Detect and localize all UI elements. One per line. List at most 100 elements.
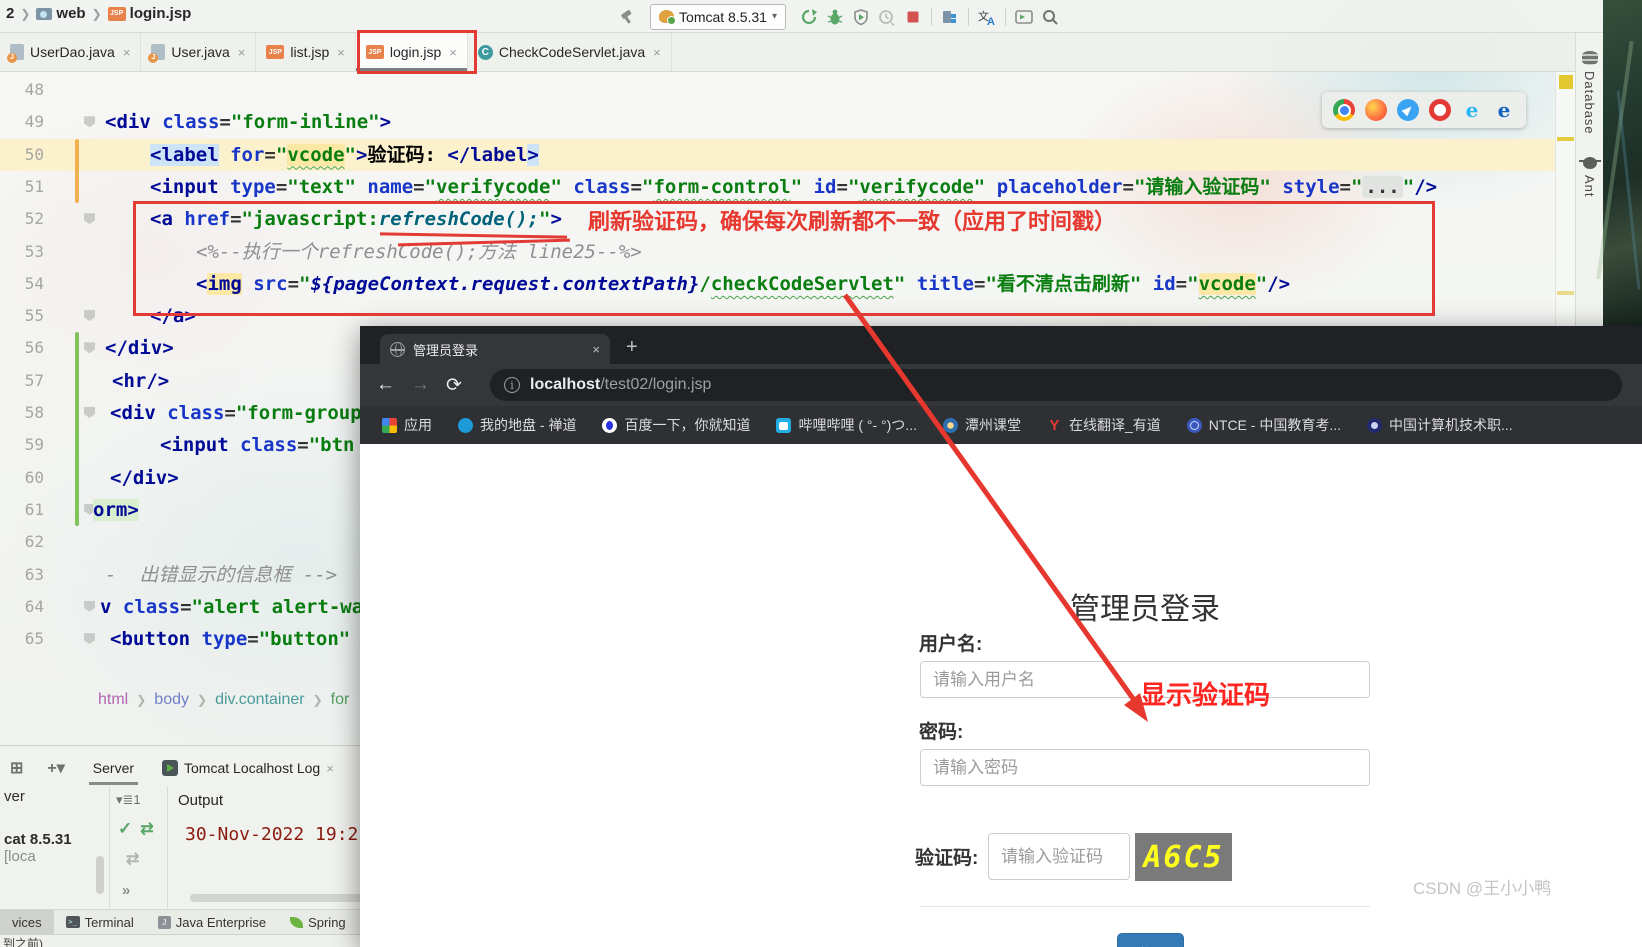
chrome-icon[interactable]	[1333, 99, 1355, 121]
tool-window-tab-Terminal[interactable]: >_ Terminal	[54, 910, 146, 935]
coverage-button[interactable]	[848, 5, 874, 29]
element-breadcrumb-item[interactable]: html	[98, 691, 128, 709]
rerun-icon[interactable]: ⇄	[140, 819, 153, 839]
vcode-input[interactable]	[988, 833, 1130, 880]
address-bar[interactable]: i localhost/test02/login.jsp	[490, 369, 1622, 401]
breadcrumb-item[interactable]: web	[56, 5, 85, 22]
firefox-icon[interactable]	[1365, 99, 1387, 121]
bookmark-item[interactable]: 百度一下，你就知道	[602, 415, 750, 435]
captcha-image[interactable]: A6C5	[1135, 833, 1232, 881]
tool-window-tab-Spring[interactable]: Spring	[278, 910, 358, 935]
browser-tab[interactable]: 管理员登录 ×	[380, 334, 610, 364]
edge-icon[interactable]: e	[1493, 98, 1515, 122]
file-tab-CheckCodeServlet.java[interactable]: C CheckCodeServlet.java ×	[468, 33, 672, 71]
line-number: 63	[24, 564, 44, 584]
fold-marker[interactable]	[84, 213, 95, 225]
sort-icon[interactable]: ▾≣1	[112, 786, 167, 814]
run-anything-icon[interactable]	[1011, 5, 1037, 29]
password-input[interactable]	[920, 749, 1370, 786]
code-line-61: orm>	[93, 494, 139, 526]
browser-toolbar: ← → ⟳ i localhost/test02/login.jsp	[360, 364, 1642, 406]
run-configuration-select[interactable]: Tomcat 8.5.31 ▾	[650, 3, 786, 30]
code-token: =	[1122, 175, 1134, 198]
url-path: /test02/login.jsp	[600, 376, 712, 393]
breadcrumb-separator: ❯	[136, 693, 147, 707]
build-hammer-icon[interactable]	[614, 5, 640, 29]
page-title: 管理员登录	[1070, 593, 1220, 626]
scrollbar[interactable]	[96, 856, 104, 894]
code-token: vcode	[287, 143, 345, 166]
bookmark-item[interactable]: 潭州课堂	[942, 415, 1021, 435]
search-everywhere-icon[interactable]	[1037, 5, 1063, 29]
fold-marker[interactable]	[84, 407, 95, 418]
code-line-49: <div class="form-inline">	[105, 106, 391, 138]
line-number: 61	[24, 499, 44, 519]
new-tab-button[interactable]: +	[626, 336, 638, 359]
fold-marker[interactable]	[84, 116, 95, 128]
bookmark-item[interactable]: Y 在线翻译_有道	[1047, 415, 1160, 435]
fold-marker[interactable]	[84, 342, 95, 354]
login-button[interactable]: 登录	[1117, 933, 1184, 947]
tree-item-tomcat[interactable]: cat 8.5.31 [loca	[0, 829, 109, 867]
tool-tab-database[interactable]: Database	[1582, 71, 1597, 135]
back-icon[interactable]: ←	[376, 374, 395, 396]
translate-icon[interactable]: 文A	[974, 5, 1000, 29]
fold-marker[interactable]	[84, 310, 95, 322]
code-token: </div>	[105, 337, 174, 360]
run-button[interactable]	[796, 5, 822, 29]
close-tab-icon[interactable]: ×	[123, 45, 131, 60]
element-breadcrumb-item[interactable]: for	[331, 691, 350, 709]
error-stripe-mark	[1559, 75, 1573, 89]
bookmark-favicon-apps	[382, 417, 397, 433]
close-tab-icon[interactable]: ×	[653, 45, 661, 60]
opera-icon[interactable]	[1429, 99, 1451, 121]
horizontal-scrollbar[interactable]	[190, 894, 376, 902]
add-tab-icon[interactable]: +▾	[33, 758, 78, 778]
layout-icon[interactable]: ⊞	[0, 758, 33, 778]
element-breadcrumb-item[interactable]: body	[154, 691, 189, 709]
file-tab-list.jsp[interactable]: JSP list.jsp ×	[256, 33, 356, 71]
more-icon[interactable]: »	[112, 874, 167, 907]
tab-tomcat-localhost-log[interactable]: Tomcat Localhost Log ×	[148, 751, 348, 785]
bookmark-item[interactable]: 哔哩哔哩 ( °- °)つ...	[776, 415, 917, 435]
file-tab-UserDao.java[interactable]: UserDao.java ×	[0, 33, 142, 71]
close-tab-icon[interactable]: ×	[238, 45, 246, 60]
project-structure-icon[interactable]	[937, 5, 963, 29]
file-tab-User.java[interactable]: User.java ×	[141, 33, 257, 71]
element-breadcrumb[interactable]: html ❯ body ❯ div.container ❯ for	[98, 685, 349, 715]
jsp-file-icon: JSP	[266, 45, 285, 59]
tool-tab-ant[interactable]: Ant	[1582, 175, 1597, 198]
fold-marker[interactable]	[84, 633, 95, 645]
close-tab-icon[interactable]: ×	[592, 342, 600, 357]
username-label: 用户名:	[919, 634, 983, 655]
bookmark-favicon-bili	[776, 417, 792, 433]
tool-window-tab-Java Enterprise[interactable]: J Java Enterprise	[146, 910, 278, 935]
bookmark-item[interactable]: 我的地盘 - 禅道	[458, 415, 576, 435]
line-number: 56	[24, 338, 44, 358]
fold-marker[interactable]	[84, 600, 95, 612]
site-info-icon[interactable]: i	[504, 377, 520, 393]
profiler-button	[874, 5, 900, 29]
close-tab-icon[interactable]: ×	[337, 45, 345, 60]
close-icon[interactable]: ×	[326, 761, 334, 776]
tree-item[interactable]: ver	[0, 786, 109, 807]
tab-server[interactable]: Server	[79, 751, 148, 785]
breadcrumb-item[interactable]: login.jsp	[130, 5, 192, 22]
code-line-63: - 出错显示的信息框 -->	[105, 559, 337, 591]
bookmark-item[interactable]: 中国计算机技术职...	[1367, 415, 1513, 435]
tool-window-tab-vices[interactable]: vices	[0, 909, 54, 935]
bookmark-item[interactable]: 应用	[382, 415, 432, 435]
server-tree[interactable]: ver cat 8.5.31 [loca	[0, 786, 110, 916]
code-token: >	[527, 143, 539, 166]
code-token: v	[100, 595, 123, 618]
safari-icon[interactable]	[1397, 99, 1419, 121]
breadcrumb-item[interactable]: 2	[6, 5, 14, 22]
debug-button[interactable]	[822, 5, 848, 29]
reload-icon[interactable]: ⟳	[446, 374, 462, 397]
line-number: 55	[24, 306, 44, 326]
status-text: 到之前)	[3, 937, 43, 947]
stop-button[interactable]	[900, 5, 926, 29]
element-breadcrumb-item[interactable]: div.container	[215, 691, 305, 709]
ie-icon[interactable]: e	[1461, 98, 1483, 122]
bookmark-item[interactable]: NTCE - 中国教育考...	[1186, 415, 1341, 435]
